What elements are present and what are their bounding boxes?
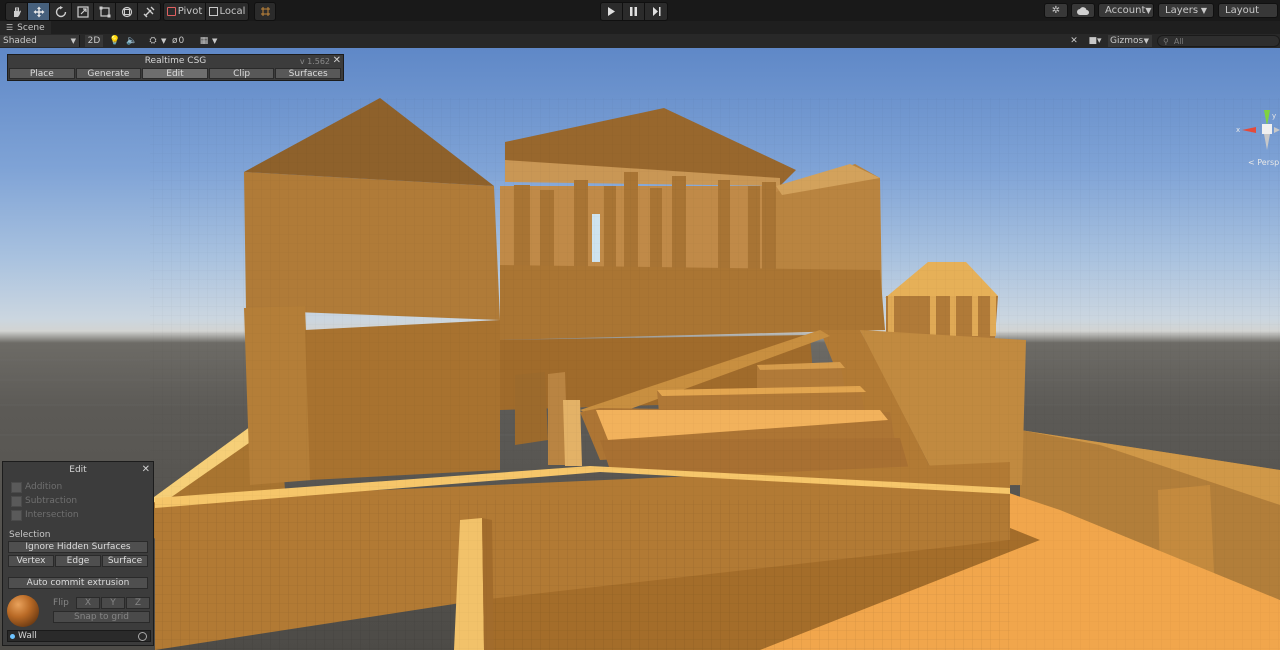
hidden-objects-toggle[interactable]: ø0 (172, 35, 194, 47)
pivot-icon (166, 7, 176, 16)
close-icon[interactable]: ✕ (333, 55, 341, 67)
flip-z-button[interactable]: Z (126, 597, 150, 609)
main-toolbar: Pivot Local ✲ Account ▼ Layers ▼ Layout (0, 0, 1280, 21)
chevron-down-icon[interactable]: ▼ (212, 35, 220, 47)
flip-x-button[interactable]: X (76, 597, 100, 609)
material-preview[interactable] (7, 595, 39, 627)
custom-tool-icon[interactable] (138, 3, 160, 20)
material-field[interactable]: Wall (7, 630, 151, 642)
menu-icon: ☰ (6, 23, 14, 32)
pivot-button[interactable]: Pivot (164, 3, 206, 20)
cloud-icon[interactable] (1071, 3, 1095, 18)
flip-y-button[interactable]: Y (101, 597, 125, 609)
auto-commit-extrusion-button[interactable]: Auto commit extrusion (8, 577, 148, 589)
pivot-group: Pivot Local (163, 2, 249, 21)
lighting-icon[interactable]: 💡 (108, 35, 122, 47)
vertex-button[interactable]: Vertex (8, 555, 54, 567)
selection-label: Selection (9, 530, 51, 540)
scene-search-input[interactable]: ⚲ All (1157, 35, 1280, 47)
scale-icon[interactable] (72, 3, 94, 20)
acropolis-scene (0, 98, 1280, 650)
tools-icon[interactable]: ✕ (1068, 35, 1080, 47)
realtime-csg-panel: Realtime CSG v 1.562 ✕ Place Generate Ed… (7, 54, 344, 81)
local-button[interactable]: Local (206, 3, 248, 20)
flip-label: Flip (53, 598, 69, 608)
search-icon: ⚲ (1163, 36, 1169, 46)
edge-button[interactable]: Edge (55, 555, 101, 567)
tab-scene[interactable]: ☰ Scene (0, 21, 51, 34)
operation-subtraction[interactable]: Subtraction (11, 495, 77, 507)
play-icon[interactable] (601, 3, 623, 20)
chevron-down-icon: ▼ (1145, 6, 1152, 15)
subtraction-icon (11, 495, 22, 507)
audio-icon[interactable]: 🔈 (125, 35, 139, 47)
tab-generate[interactable]: Generate (75, 68, 142, 79)
operation-addition[interactable]: Addition (11, 481, 62, 493)
local-icon (208, 7, 218, 16)
account-dropdown[interactable]: Account ▼ (1098, 3, 1154, 18)
move-icon[interactable] (28, 3, 50, 20)
intersection-icon (11, 509, 22, 521)
tab-place[interactable]: Place (9, 68, 75, 79)
surface-button[interactable]: Surface (102, 555, 148, 567)
step-icon[interactable] (645, 3, 667, 20)
layout-dropdown[interactable]: Layout (1218, 3, 1278, 18)
rect-icon[interactable] (94, 3, 116, 20)
chevron-down-icon: ▼ (1200, 6, 1207, 15)
transform-tools (5, 2, 161, 21)
close-icon[interactable]: ✕ (142, 464, 150, 475)
csg-version: v 1.562 (299, 57, 330, 66)
chevron-down-icon: ▼ (70, 37, 76, 45)
services-icon[interactable]: ✲ (1044, 3, 1068, 18)
operation-intersection[interactable]: Intersection (11, 509, 79, 521)
object-picker-icon[interactable] (138, 631, 147, 641)
scene-view-toolbar: Shaded ▼ 2D 💡 🔈 ⛭ ▼ ø0 ▦ ▼ ✕ ■▾ Gizmos ▼ ⚲… (0, 34, 1280, 49)
gizmo-y-label: y (1272, 112, 1276, 120)
csg-tabs: Place Generate Edit Clip Surfaces (9, 68, 342, 80)
play-controls (600, 2, 668, 21)
shading-mode-dropdown[interactable]: Shaded ▼ (0, 35, 80, 47)
ignore-hidden-surfaces-button[interactable]: Ignore Hidden Surfaces (8, 541, 148, 553)
tab-surfaces[interactable]: Surfaces (275, 68, 341, 79)
grid-icon[interactable]: ▦ (197, 35, 211, 47)
tab-edit[interactable]: Edit (142, 68, 208, 79)
tab-clip[interactable]: Clip (208, 68, 275, 79)
snap-group (254, 2, 276, 21)
material-icon (10, 633, 15, 639)
pause-icon[interactable] (623, 3, 645, 20)
transform-icon[interactable] (116, 3, 138, 20)
persp-toggle[interactable]: < Persp (1248, 158, 1279, 167)
addition-icon (11, 481, 22, 493)
csg-panel-title: Realtime CSG (144, 56, 207, 66)
view-orientation-gizmo[interactable]: y x (1234, 110, 1280, 159)
mode-2d-button[interactable]: 2D (85, 35, 103, 47)
grid-snap-icon[interactable] (255, 3, 275, 20)
rotate-icon[interactable] (50, 3, 72, 20)
effects-icon[interactable]: ⛭ (143, 35, 163, 47)
gizmos-dropdown[interactable]: Gizmos ▼ (1108, 35, 1152, 47)
camera-icon[interactable]: ■▾ (1085, 35, 1105, 47)
chevron-down-icon: ▼ (1143, 37, 1149, 45)
eye-slash-icon: ø (172, 36, 178, 46)
edit-panel-title: Edit (69, 465, 87, 475)
layers-dropdown[interactable]: Layers ▼ (1158, 3, 1214, 18)
hand-icon[interactable] (6, 3, 28, 20)
snap-to-grid-button[interactable]: Snap to grid (53, 611, 150, 623)
chevron-down-icon[interactable]: ▼ (161, 35, 169, 47)
scene-viewport[interactable]: y x < Persp (0, 48, 1280, 650)
gizmo-x-label: x (1236, 126, 1240, 134)
scene-tab-bar: ☰ Scene (0, 21, 1280, 34)
edit-panel: Edit ✕ Addition Subtraction Intersection… (2, 461, 154, 646)
